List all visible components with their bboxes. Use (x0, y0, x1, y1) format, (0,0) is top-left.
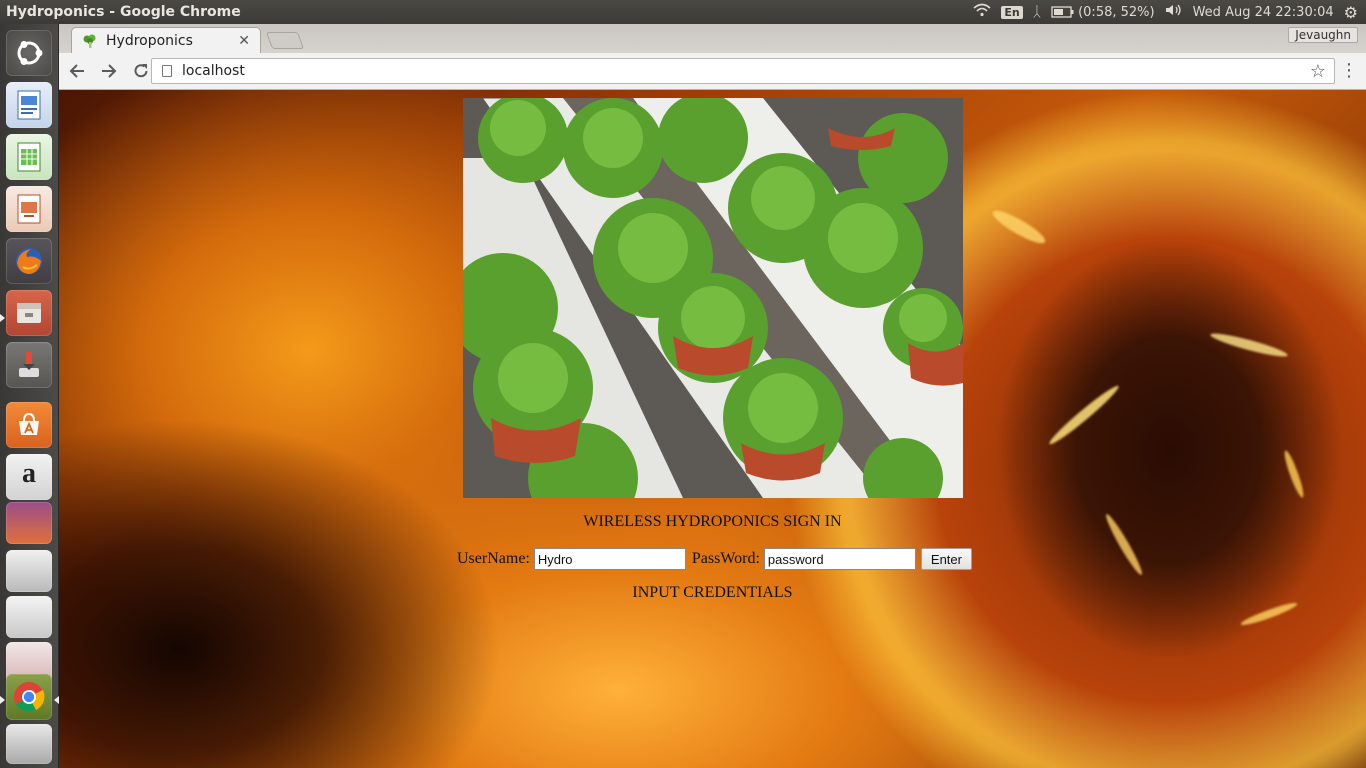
page-viewport: WIRELESS HYDROPONICS SIGN IN UserName: P… (59, 90, 1366, 768)
app-stack-icon-1[interactable] (6, 502, 52, 544)
battery-indicator[interactable]: (0:58, 52%) (1051, 5, 1155, 20)
trash-stack-icon[interactable] (6, 724, 52, 764)
password-label: PassWord: (691, 550, 760, 567)
unity-launcher: a (0, 24, 59, 768)
browser-window: Hydroponics ✕ Jevaughn localhost ☆ ⋮ (59, 24, 1366, 90)
impress-icon[interactable] (6, 186, 52, 232)
running-indicator (0, 314, 5, 322)
page-info-icon[interactable] (162, 65, 172, 77)
running-indicator (0, 696, 5, 704)
keyboard-layout-indicator[interactable]: En (1001, 5, 1023, 19)
profile-name-button[interactable]: Jevaughn (1288, 27, 1358, 43)
back-arrow-icon[interactable] (63, 57, 91, 85)
battery-text: (0:58, 52%) (1078, 4, 1155, 20)
sun-flare-decoration (1239, 599, 1299, 629)
browser-toolbar: localhost ☆ ⋮ (59, 53, 1366, 90)
sun-flare-decoration (989, 205, 1049, 249)
app-stack-icon-2[interactable] (6, 550, 52, 592)
username-label: UserName: (457, 550, 530, 567)
address-bar[interactable]: localhost ☆ (151, 58, 1335, 84)
tab-close-icon[interactable]: ✕ (238, 33, 250, 49)
broccoli-favicon-icon (82, 33, 98, 49)
software-center-icon[interactable] (6, 402, 52, 448)
sun-flare-decoration (1281, 449, 1307, 499)
files-icon[interactable] (6, 290, 52, 336)
ubuntu-dash-icon[interactable] (6, 30, 52, 76)
amazon-icon[interactable]: a (6, 454, 52, 500)
installer-icon[interactable] (6, 342, 52, 388)
tab-hydroponics[interactable]: Hydroponics ✕ (71, 27, 261, 53)
chrome-menu-icon[interactable]: ⋮ (1340, 59, 1358, 83)
clock[interactable]: Wed Aug 24 22:30:04 (1193, 5, 1334, 20)
writer-icon[interactable] (6, 82, 52, 128)
signin-title: WIRELESS HYDROPONICS SIGN IN (583, 513, 842, 530)
username-input[interactable] (533, 548, 686, 570)
tab-title: Hydroponics (106, 32, 193, 49)
volume-icon[interactable] (1165, 3, 1183, 21)
firefox-icon[interactable] (6, 238, 52, 284)
new-tab-button[interactable] (265, 32, 305, 49)
forward-arrow-icon[interactable] (95, 57, 123, 85)
sun-flare-decoration (1046, 382, 1122, 448)
window-title: Hydroponics - Google Chrome (6, 4, 241, 20)
signin-form: UserName: PassWord: Enter (457, 547, 972, 571)
password-input[interactable] (763, 548, 916, 570)
wifi-icon[interactable] (973, 3, 991, 21)
os-top-panel: Hydroponics - Google Chrome En ᛸ (0:58, … (0, 0, 1366, 24)
chrome-icon[interactable] (6, 674, 52, 720)
tab-strip: Hydroponics ✕ Jevaughn (59, 24, 1366, 53)
panel-indicators: En ᛸ (0:58, 52%) Wed Aug 24 22:30:04 ⚙ (973, 3, 1366, 22)
enter-button[interactable]: Enter (920, 548, 972, 570)
hydroponics-photo (463, 98, 963, 498)
bookmark-star-icon[interactable]: ☆ (1310, 61, 1326, 82)
settings-gear-icon[interactable]: ⚙ (1344, 3, 1358, 22)
battery-icon (1051, 6, 1074, 18)
sun-flare-decoration (1209, 329, 1289, 361)
calc-icon[interactable] (6, 134, 52, 180)
url-text: localhost (182, 63, 245, 79)
status-message: INPUT CREDENTIALS (632, 584, 793, 601)
bluetooth-icon[interactable]: ᛸ (1033, 4, 1041, 20)
app-stack-icon-3[interactable] (6, 596, 52, 638)
